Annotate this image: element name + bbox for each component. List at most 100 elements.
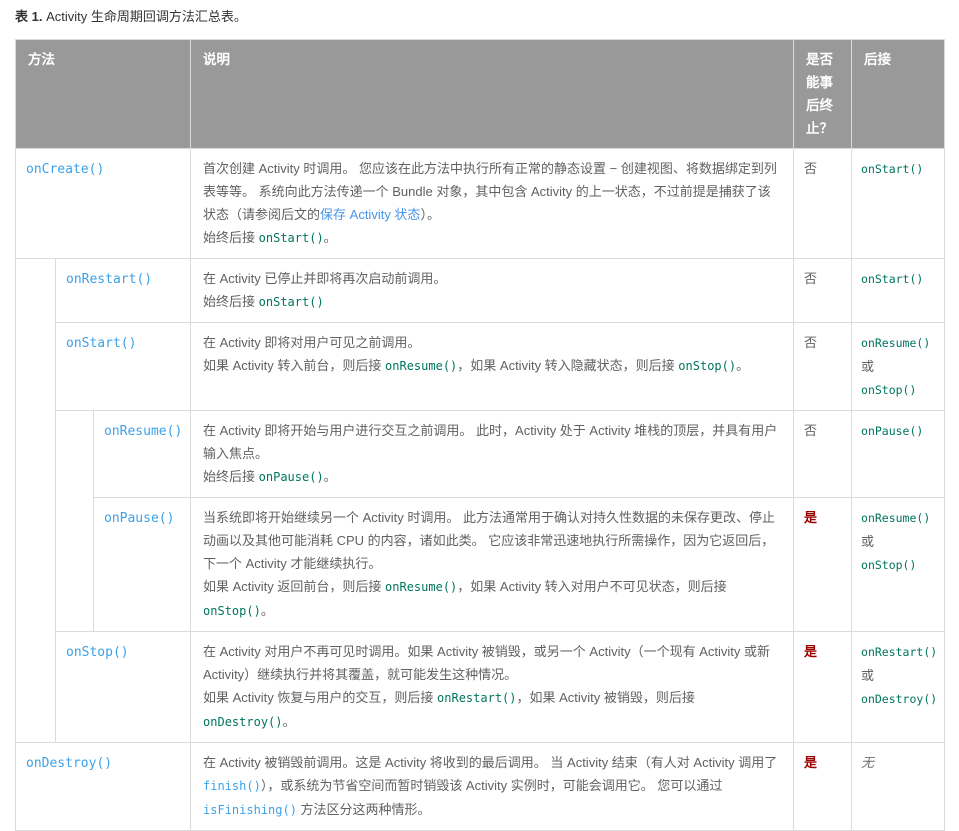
table-caption-label: 表 1.: [15, 9, 43, 24]
next-line: onStop(): [861, 378, 938, 402]
description-paragraph: 在 Activity 被销毁前调用。这是 Activity 将收到的最后调用。 …: [203, 751, 781, 822]
text-segment: ，如果 Activity 转入隐藏状态，则后接: [457, 358, 679, 373]
text-segment: 。: [736, 358, 750, 373]
table-row: onPause() 当系统即将开始继续另一个 Activity 时调用。 此方法通…: [16, 497, 946, 632]
next-line: 或: [861, 355, 938, 378]
next-cell: onPause(): [851, 410, 946, 498]
description-cell: 在 Activity 即将开始与用户进行交互之前调用。 此时，Activity …: [190, 410, 795, 498]
inline-code: onStart(): [258, 295, 324, 309]
next-line: onStart(): [861, 267, 938, 291]
next-cell: onStart(): [851, 258, 946, 323]
inline-code-link[interactable]: isFinishing(): [203, 803, 297, 817]
next-line: onResume(): [861, 506, 938, 530]
next-cell: onRestart() 或 onDestroy(): [851, 631, 946, 743]
description-paragraph: 当系统即将开始继续另一个 Activity 时调用。 此方法通常用于确认对持久性…: [203, 506, 781, 575]
text-segment: 首次创建 Activity 时调用。 您应该在此方法中执行所有正常的静态设置 −…: [203, 161, 777, 222]
description-cell: 在 Activity 对用户不再可见时调用。如果 Activity 被销毁，或另…: [190, 631, 795, 743]
text-segment: ）。: [420, 207, 440, 222]
description-cell: 当系统即将开始继续另一个 Activity 时调用。 此方法通常用于确认对持久性…: [190, 497, 795, 632]
description-paragraph: 在 Activity 已停止并即将再次启动前调用。: [203, 267, 781, 290]
next-line: onPause(): [861, 419, 938, 443]
description-paragraph: 首次创建 Activity 时调用。 您应该在此方法中执行所有正常的静态设置 −…: [203, 157, 781, 226]
inline-code: onStart(): [861, 162, 924, 176]
table-row: onDestroy() 在 Activity 被销毁前调用。这是 Activity…: [14, 742, 946, 831]
description-cell: 在 Activity 即将对用户可见之前调用。 如果 Activity 转入前台，…: [190, 322, 795, 411]
killable-cell: 是: [793, 742, 853, 831]
next-cell: onResume() 或 onStop(): [851, 497, 946, 632]
method-link-onStop[interactable]: onStop(): [66, 645, 129, 660]
next-line: 或: [861, 664, 938, 687]
description-paragraph: 如果 Activity 返回前台，则后接 onResume()，如果 Activ…: [203, 575, 781, 623]
description-paragraph: 始终后接 onPause()。: [203, 465, 781, 489]
method-link-onStart[interactable]: onStart(): [66, 336, 136, 351]
killable-cell: 是: [793, 631, 853, 743]
text-segment: 如果 Activity 恢复与用户的交互，则后接: [203, 690, 438, 705]
inline-code: onDestroy(): [861, 692, 938, 706]
method-cell: onRestart(): [54, 258, 192, 323]
killable-cell: 否: [793, 410, 853, 498]
text-segment: 始终后接: [203, 469, 259, 484]
table-caption: 表 1. Activity 生命周期回调方法汇总表。: [15, 8, 944, 26]
killable-value: 否: [804, 271, 818, 286]
killable-value: 否: [804, 335, 818, 350]
text-segment: ，如果 Activity 转入对用户不可见状态，则后接: [457, 579, 727, 594]
table-row: onStart() 在 Activity 即将对用户可见之前调用。 如果 Activ…: [16, 322, 946, 411]
method-link-onPause[interactable]: onPause(): [104, 511, 174, 526]
indent-spacer-cell: [55, 410, 94, 632]
next-line: 无: [861, 751, 938, 774]
killable-value: 是: [804, 644, 818, 659]
indent-spacer-cell: [15, 258, 56, 743]
method-cell: onStop(): [54, 631, 192, 743]
description-paragraph: 如果 Activity 转入前台，则后接 onResume()，如果 Activ…: [203, 354, 781, 378]
inline-code: onStop(): [861, 558, 917, 572]
table-row: onResume() 在 Activity 即将开始与用户进行交互之前调用。 此时…: [16, 410, 946, 632]
killable-cell: 是: [793, 497, 853, 632]
next-line: onStop(): [861, 553, 938, 577]
inline-code: onRestart(): [437, 691, 517, 705]
inline-code: onResume(): [861, 336, 931, 350]
lifecycle-table: 方法 说明 是否能事后终止？ 后接 onCreate() 首次创建 Activit…: [14, 39, 946, 831]
method-link-onCreate[interactable]: onCreate(): [26, 162, 104, 177]
text-segment: 或: [861, 359, 875, 374]
description-cell: 首次创建 Activity 时调用。 您应该在此方法中执行所有正常的静态设置 −…: [190, 148, 795, 259]
method-link-onResume[interactable]: onResume(): [104, 424, 182, 439]
description-paragraph: 如果 Activity 恢复与用户的交互，则后接 onRestart()，如果 …: [203, 686, 781, 734]
killable-cell: 否: [793, 258, 853, 323]
header-row: 方法 说明 是否能事后终止？ 后接: [14, 39, 946, 149]
text-segment: 或: [861, 534, 875, 549]
text-segment: 在 Activity 即将开始与用户进行交互之前调用。 此时，Activity …: [203, 423, 778, 461]
text-segment: 。: [323, 469, 337, 484]
text-segment: 。: [323, 230, 337, 245]
method-link-onRestart[interactable]: onRestart(): [66, 272, 152, 287]
text-segment: 如果 Activity 转入前台，则后接: [203, 358, 386, 373]
next-line: onDestroy(): [861, 687, 938, 711]
next-line: onRestart(): [861, 640, 938, 664]
table-caption-text: Activity 生命周期回调方法汇总表。: [42, 9, 247, 24]
inline-code: onStop(): [861, 383, 917, 397]
method-cell: onStart(): [54, 322, 192, 411]
method-link-onDestroy[interactable]: onDestroy(): [26, 756, 112, 771]
inline-code: onPause(): [258, 470, 324, 484]
text-segment: 始终后接: [203, 230, 259, 245]
killable-value: 是: [804, 510, 818, 525]
inline-code: onStop(): [678, 359, 737, 373]
description-paragraph: 在 Activity 即将对用户可见之前调用。: [203, 331, 781, 354]
document-page: 表 1. Activity 生命周期回调方法汇总表。 方法 说明 是否能事后终止…: [0, 0, 959, 831]
inline-code: onPause(): [861, 424, 924, 438]
next-cell: onResume() 或 onStop(): [851, 322, 946, 411]
method-cell: onPause(): [92, 497, 192, 632]
method-cell: onDestroy(): [14, 742, 192, 831]
next-line: onResume(): [861, 331, 938, 355]
killable-cell: 否: [793, 322, 853, 411]
text-segment: 。: [282, 714, 296, 729]
next-line: 或: [861, 530, 938, 553]
killable-value: 否: [804, 423, 818, 438]
inline-code: onStop(): [203, 604, 261, 618]
inline-link[interactable]: 保存 Activity 状态: [320, 207, 420, 222]
next-cell: onStart(): [851, 148, 946, 259]
table-row: onRestart() 在 Activity 已停止并即将再次启动前调用。 始终后接…: [15, 258, 946, 743]
table-row: onStop() 在 Activity 对用户不再可见时调用。如果 Activit…: [16, 631, 946, 743]
text-segment: 。: [260, 603, 274, 618]
table-row: onCreate() 首次创建 Activity 时调用。 您应该在此方法中执行所…: [14, 148, 946, 259]
inline-code: onRestart(): [861, 645, 938, 659]
